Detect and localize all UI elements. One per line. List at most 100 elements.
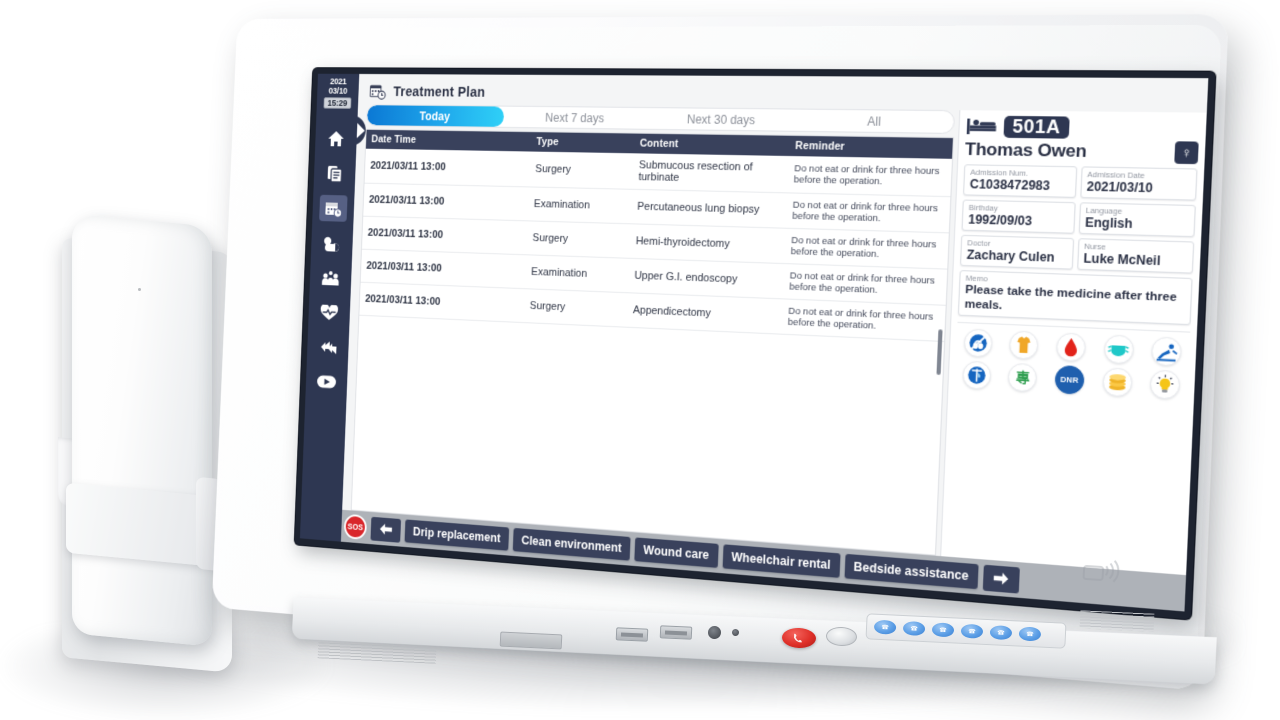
hardware-button-4[interactable]: ☎	[961, 624, 984, 639]
status-icon-grid: 專 DNR	[955, 322, 1191, 400]
cell-content: Hemi-thyroidectomy	[629, 224, 786, 264]
cell-type: Surgery	[526, 221, 630, 258]
field-admission-date: Admission Date 2021/03/10	[1080, 166, 1198, 200]
expansion-port	[500, 632, 563, 650]
room-row: 501A	[966, 115, 1200, 140]
calendar-clock-icon	[369, 83, 387, 100]
column-header-type: Type	[531, 132, 635, 153]
home-icon	[327, 130, 345, 147]
cell-reminder: Do not eat or drink for three hours befo…	[786, 193, 950, 233]
speaker-grille-right	[1080, 610, 1155, 631]
weather-cloud-icon	[322, 235, 341, 252]
calendar-clock-icon	[324, 199, 343, 217]
back-button[interactable]	[370, 516, 401, 542]
cell-reminder: Do not eat or drink for three hours befo…	[787, 156, 952, 197]
arrow-right-icon	[992, 571, 1011, 587]
face-mask-icon[interactable]	[1103, 334, 1134, 364]
cell-reminder: Do not eat or drink for three hours befo…	[781, 299, 945, 342]
treatment-table: Date Time Type Content Reminder 2021/03/…	[359, 130, 953, 342]
forward-button[interactable]	[983, 564, 1020, 593]
field-value: 1992/09/03	[968, 212, 1069, 229]
action-wound-care[interactable]: Wound care	[634, 537, 718, 567]
sos-button[interactable]: SOS	[344, 514, 367, 540]
hardware-button-6[interactable]: ☎	[1019, 627, 1042, 642]
field-birthday: Birthday 1992/09/03	[961, 200, 1075, 234]
hardware-button-2[interactable]: ☎	[903, 621, 926, 636]
light-bulb-icon[interactable]	[1150, 369, 1181, 399]
tab-all[interactable]: All	[796, 110, 954, 133]
sidebar-date-md: 03/10	[328, 86, 347, 96]
sidebar-expand-arrow-icon[interactable]	[357, 123, 365, 138]
nfc-icon	[1081, 555, 1123, 587]
schedule-panel: Today Next 7 days Next 30 days All Date …	[342, 104, 959, 556]
main-content: Treatment Plan Today Next 7 days Next 30…	[341, 74, 1208, 612]
hardware-button-1[interactable]: ☎	[874, 620, 897, 635]
patient-gown-icon[interactable]	[1009, 330, 1039, 360]
action-drip-replacement[interactable]: Drip replacement	[405, 519, 510, 550]
patient-name-row: Thomas Owen ♀	[965, 138, 1199, 164]
coins-icon[interactable]	[1102, 367, 1133, 397]
sidebar-date-year: 2021	[329, 77, 348, 87]
iv-drip-icon[interactable]	[962, 361, 992, 390]
action-clean-environment[interactable]: Clean environment	[513, 528, 631, 561]
cell-reminder: Do not eat or drink for three hours befo…	[784, 228, 948, 269]
gender-badge: ♀	[1174, 141, 1199, 164]
sidebar-item-video[interactable]	[312, 368, 340, 396]
sidebar-item-weather[interactable]	[318, 229, 346, 256]
field-value: Zachary Culen	[966, 247, 1067, 265]
special-care-glyph: 專	[1015, 370, 1029, 384]
handset-led-icon	[138, 288, 141, 291]
usb-port-1	[616, 627, 649, 641]
family-people-icon	[321, 269, 340, 286]
table-scrollbar[interactable]	[936, 330, 942, 376]
column-header-reminder: Reminder	[789, 136, 953, 159]
treatment-table-container: Date Time Type Content Reminder 2021/03/…	[351, 129, 954, 556]
special-care-icon[interactable]: 專	[1008, 363, 1038, 393]
tablet-screen: 2021 03/10 15:29 Treatment Plan Today Ne…	[295, 68, 1216, 619]
room-number: 501A	[1003, 116, 1069, 139]
screenshot-root: 2021 03/10 15:29 Treatment Plan Today Ne…	[0, 0, 1280, 720]
feedback-arrows-icon	[319, 338, 338, 357]
sidebar-item-home[interactable]	[322, 125, 351, 152]
hardware-button-3[interactable]: ☎	[932, 622, 955, 637]
field-doctor: Doctor Zachary Culen	[960, 235, 1074, 270]
cell-datetime: 2021/03/11 13:00	[362, 216, 528, 255]
documents-icon	[326, 164, 343, 182]
patient-info-grid: Admission Num. C1038472983 Admission Dat…	[958, 164, 1198, 325]
field-language: Language English	[1078, 202, 1196, 237]
phone-icon	[792, 632, 807, 644]
cell-content: Submucous resection of turbinate	[632, 153, 789, 193]
field-memo: Memo Please take the medicine after thre…	[958, 270, 1193, 325]
tab-today[interactable]: Today	[367, 105, 504, 127]
usb-port-2	[660, 625, 693, 639]
dnr-icon[interactable]: DNR	[1054, 365, 1084, 395]
cell-datetime: 2021/03/11 13:00	[359, 282, 525, 322]
cell-datetime: 2021/03/11 13:00	[365, 149, 531, 187]
sidebar-date: 2021 03/10	[328, 77, 347, 96]
field-value: English	[1085, 215, 1190, 233]
sidebar-item-family[interactable]	[316, 264, 344, 291]
tab-next-30-days[interactable]: Next 30 days	[646, 108, 797, 131]
tab-next-7-days[interactable]: Next 7 days	[503, 107, 647, 129]
action-wheelchair-rental[interactable]: Wheelchair rental	[722, 544, 840, 578]
sidebar-item-documents[interactable]	[320, 160, 348, 187]
sidebar-item-feedback[interactable]	[314, 333, 342, 361]
hardware-button-5[interactable]: ☎	[990, 625, 1013, 640]
field-value: 2021/03/10	[1086, 179, 1191, 196]
cell-type: Examination	[525, 255, 629, 293]
fall-risk-icon[interactable]	[1151, 336, 1182, 366]
blood-drop-icon[interactable]	[1056, 332, 1086, 362]
cell-type: Surgery	[524, 289, 628, 328]
field-nurse: Nurse Luke McNeil	[1077, 238, 1195, 274]
action-bedside-assistance[interactable]: Bedside assistance	[844, 554, 978, 589]
no-smoking-icon[interactable]	[963, 328, 993, 357]
field-value: C1038472983	[969, 177, 1070, 194]
sidebar-time: 15:29	[324, 97, 351, 109]
sidebar-item-health[interactable]	[315, 299, 343, 326]
dnr-label: DNR	[1060, 375, 1079, 385]
sidebar-item-treatment-plan[interactable]	[319, 195, 347, 222]
heart-health-icon	[320, 304, 339, 321]
field-admission-num: Admission Num. C1038472983	[963, 164, 1077, 198]
arrow-left-icon	[378, 522, 393, 536]
field-value: Luke McNeil	[1083, 251, 1188, 269]
